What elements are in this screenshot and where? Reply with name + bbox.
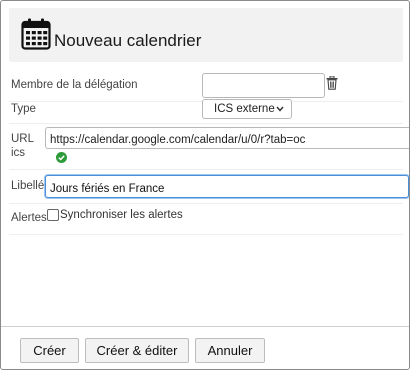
row-divider [9,169,403,170]
check-circle-icon [56,152,67,163]
type-select[interactable]: ICS externe [202,99,292,119]
type-select-value: ICS externe [214,103,275,115]
sync-alerts-label[interactable]: Synchroniser les alertes [60,209,183,221]
row-divider [9,123,403,124]
trash-icon[interactable] [326,76,338,90]
url-label: URL ics [11,133,34,159]
type-label: Type [11,103,36,115]
chevron-down-icon [276,106,284,112]
create-edit-button[interactable]: Créer & éditer [85,338,189,363]
new-calendar-dialog: Nouveau calendrier Membre de la délégati… [0,0,410,370]
sync-alerts-checkbox[interactable] [47,209,59,221]
cancel-button[interactable]: Annuler [195,338,265,363]
dialog-header: Nouveau calendrier [9,8,403,62]
dialog-title: Nouveau calendrier [54,31,202,50]
calendar-icon [21,18,51,50]
row-divider [9,234,403,235]
alerts-label: Alertes [11,212,47,224]
create-button[interactable]: Créer [20,338,79,363]
name-label: Libellé [11,180,45,192]
name-input[interactable] [45,175,409,198]
url-input[interactable] [45,127,409,149]
row-divider [9,203,403,204]
footer-divider [1,326,409,327]
delegation-input[interactable] [202,73,325,98]
delegation-label: Membre de la délégation [11,79,138,91]
